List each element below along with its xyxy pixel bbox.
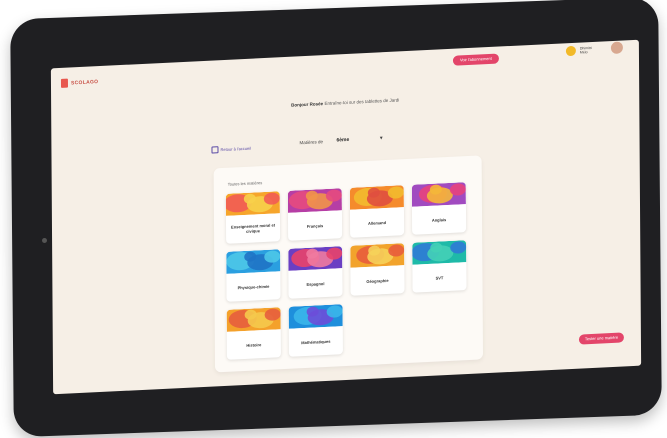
level-value: 6ème [336,136,350,144]
logo-text: SCOLAGO [70,78,99,86]
subject-art-icon [350,243,405,268]
subject-card-histoire[interactable]: Histoire [226,307,281,360]
subject-label: Enseignement moral et civique [231,222,276,234]
subject-label: Espagnol [306,280,325,287]
subject-label: Physique-chimie [237,283,270,290]
subject-label: SVT [435,274,444,281]
subject-card-geographie[interactable]: Géographie [350,243,405,296]
tablet-device: SCOLAGO Voir l'abonnement Dhimitri Mélo … [0,0,667,438]
camera-dot [42,238,47,243]
greeting-line: Bonjour Rosée Entraîne-toi sur des table… [51,86,639,120]
logo-icon [60,78,69,88]
level-select[interactable]: 6ème ▾ [336,132,386,146]
app-screen: SCOLAGO Voir l'abonnement Dhimitri Mélo … [50,39,642,395]
subject-label: Anglais [431,216,447,223]
subjects-panel: Toutes les matières Enseignement moral e… [213,155,484,373]
avatar [565,45,576,57]
subject-art-icon [226,307,281,332]
profile-photo-icon[interactable] [610,41,623,55]
level-label: Matières de [299,139,323,146]
back-link[interactable]: Retour à l'accueil [211,145,251,154]
panel-heading: Toutes les matières [227,180,263,187]
subject-label: Géographie [366,277,389,284]
subject-card-svt[interactable]: SVT [412,240,467,293]
subject-label: Allemand [368,219,387,226]
subject-card-mathematiques[interactable]: Mathématiques [288,304,343,357]
app-logo[interactable]: SCOLAGO [60,77,99,88]
subscribe-button[interactable]: Voir l'abonnement [452,53,499,66]
subject-label: Mathématiques [301,338,331,345]
subject-art-icon [225,191,280,216]
subject-card-emc[interactable]: Enseignement moral et civique [225,191,281,244]
subject-art-icon [349,185,404,210]
subject-label: Histoire [246,341,262,348]
subject-label: Français [306,222,324,229]
subject-card-anglais[interactable]: Anglais [411,182,467,235]
user-menu[interactable]: Dhimitri Mélo [565,45,592,57]
subject-card-espagnol[interactable]: Espagnol [288,246,343,299]
back-icon [211,146,219,154]
try-subject-button[interactable]: Tester une matière [578,332,625,345]
subject-art-icon [411,182,466,207]
subject-card-physique-chimie[interactable]: Physique-chimie [226,249,281,302]
subject-art-icon [288,304,343,329]
subject-art-icon [288,246,343,271]
greeting-name: Bonjour Rosée [291,101,324,108]
subject-art-icon [287,188,342,213]
subject-card-allemand[interactable]: Allemand [349,185,405,238]
subject-art-icon [412,240,467,265]
back-link-label: Retour à l'accueil [220,145,252,153]
subject-art-icon [226,249,281,274]
subject-card-francais[interactable]: Français [287,188,343,241]
chevron-down-icon: ▾ [379,135,383,142]
user-name: Dhimitri Mélo [579,45,592,55]
greeting-message: Entraîne-toi sur des tablettes de Jardi [324,97,400,107]
